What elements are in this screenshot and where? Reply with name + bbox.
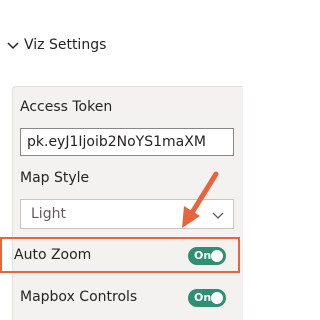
format-pane: Viz Settings Access Token pk.eyJ1Ijoib2N… (0, 0, 243, 320)
auto-zoom-toggle-text: On (194, 249, 212, 262)
chevron-down-icon (212, 212, 224, 219)
auto-zoom-toggle[interactable]: On (188, 247, 226, 265)
toggle-knob (211, 250, 223, 262)
access-token-input[interactable]: pk.eyJ1Ijoib2NoYS1maXM (20, 128, 234, 156)
map-style-select[interactable]: Light (20, 199, 234, 229)
map-style-value: Light (31, 206, 66, 222)
access-token-label: Access Token (20, 99, 113, 115)
viz-settings-header[interactable]: Viz Settings (6, 34, 106, 56)
mapbox-controls-label: Mapbox Controls (20, 289, 138, 305)
chevron-down-icon (7, 42, 19, 50)
mapbox-controls-toggle-text: On (194, 291, 212, 304)
section-title: Viz Settings (24, 37, 107, 53)
map-style-label: Map Style (20, 170, 90, 186)
access-token-value: pk.eyJ1Ijoib2NoYS1maXM (27, 134, 206, 150)
mapbox-controls-toggle[interactable]: On (188, 289, 226, 307)
toggle-knob (211, 292, 223, 304)
auto-zoom-label: Auto Zoom (14, 247, 92, 263)
